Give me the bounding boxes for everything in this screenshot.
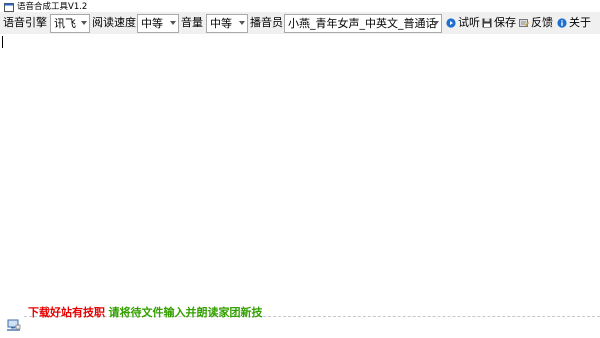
- info-icon: [557, 18, 567, 28]
- volume-label: 音量: [181, 16, 203, 29]
- speaker-label: 播音员: [250, 16, 283, 29]
- volume-select[interactable]: 中等: [206, 14, 248, 33]
- network-icon: [7, 319, 21, 331]
- speed-select[interactable]: 中等: [137, 14, 179, 33]
- play-circle-icon: [446, 18, 456, 28]
- speaker-window-icon: [4, 3, 14, 12]
- chevron-down-icon: [239, 21, 245, 25]
- chevron-down-icon: [433, 21, 439, 25]
- floppy-disk-icon: [482, 18, 492, 28]
- text-caret: [2, 36, 3, 48]
- status-bar: 下载好站有技职 请将待文件输入并朗读家团新技: [0, 306, 600, 338]
- engine-select[interactable]: 讯飞: [50, 14, 90, 33]
- save-label: 保存: [494, 16, 516, 29]
- speaker-value: 小燕_青年女声_中英文_普通话: [288, 17, 437, 30]
- preview-label: 试听: [458, 16, 480, 29]
- feedback-icon: [519, 19, 529, 27]
- text-editor[interactable]: [0, 34, 600, 314]
- volume-value: 中等: [210, 17, 232, 30]
- chevron-down-icon: [170, 21, 176, 25]
- engine-label: 语音引擎: [3, 16, 47, 29]
- toolbar: 语音引擎 讯飞 阅读速度 中等 音量 中等 播音员 小燕_青年女声_中英文_普通…: [0, 12, 600, 34]
- scrolling-notice: 下载好站有技职 请将待文件输入并朗读家团新技: [28, 306, 263, 320]
- notice-green-text: 请将待文件输入并朗读家团新技: [108, 306, 263, 319]
- chevron-down-icon: [81, 21, 87, 25]
- engine-value: 讯飞: [54, 17, 76, 30]
- feedback-label: 反馈: [531, 16, 553, 29]
- about-label: 关于: [569, 16, 591, 29]
- speaker-select[interactable]: 小燕_青年女声_中英文_普通话: [284, 14, 442, 33]
- speed-value: 中等: [141, 17, 163, 30]
- notice-red-text: 下载好站有技职: [28, 306, 105, 319]
- speed-label: 阅读速度: [92, 16, 136, 29]
